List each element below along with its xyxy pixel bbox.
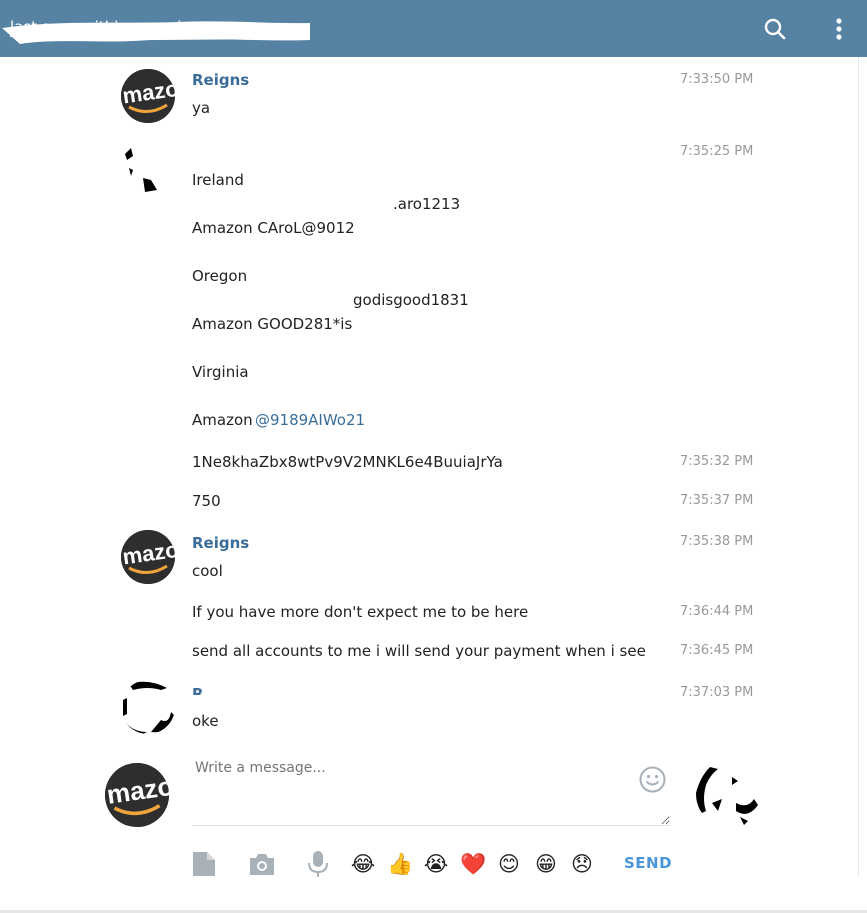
redacted-line: [192, 294, 352, 302]
peer-avatar-composer[interactable]: [692, 763, 762, 829]
message-list[interactable]: mazo Reigns ya 7:33:50 PM 7:35:25 PM Ire…: [0, 57, 858, 757]
emoji-heart[interactable]: ❤️: [460, 851, 486, 877]
emoji-sob[interactable]: 😭: [423, 851, 449, 877]
microphone-icon[interactable]: [304, 850, 332, 878]
amazon-logo-icon: mazo: [121, 530, 175, 584]
message-line: Virginia: [192, 363, 249, 381]
redacted-line: [192, 198, 382, 206]
avatar-reigns[interactable]: mazo: [121, 530, 175, 584]
emoji-joy[interactable]: 😂: [350, 851, 376, 877]
message-text: send all accounts to me i will send your…: [192, 642, 646, 660]
mention-link[interactable]: @9189AIWo21: [255, 411, 365, 429]
message-input[interactable]: [192, 760, 670, 826]
avatar-peer[interactable]: [121, 140, 175, 194]
message-time: 7:37:03 PM: [680, 685, 754, 700]
message-time: 7:35:37 PM: [680, 493, 754, 508]
message-time: 7:35:25 PM: [680, 144, 754, 159]
emoji-blush[interactable]: 😊: [496, 851, 522, 877]
panel-divider: [858, 57, 859, 877]
message-time: 7:33:50 PM: [680, 72, 754, 87]
camera-icon[interactable]: [248, 850, 276, 878]
amazon-logo-icon: mazo: [105, 763, 169, 827]
message-line: Amazon: [192, 411, 253, 429]
redaction-scribble: [2, 21, 310, 44]
message-text: cool: [192, 562, 223, 580]
emoji-picker-icon[interactable]: [638, 765, 667, 794]
redacted-line: [192, 390, 402, 398]
message-time: 7:35:38 PM: [680, 534, 754, 549]
message-text: 750: [192, 492, 221, 510]
message-line: Amazon GOOD281*is: [192, 315, 353, 333]
message-author[interactable]: Reigns: [192, 71, 249, 89]
message-line: Ireland: [192, 171, 244, 189]
message-author[interactable]: Reigns: [192, 534, 249, 552]
message-time: 7:36:45 PM: [680, 643, 754, 658]
more-vertical-icon[interactable]: [824, 14, 854, 44]
avatar-peer[interactable]: [121, 680, 175, 734]
message-line: Oregon: [192, 267, 248, 285]
message-line: .aro1213: [393, 195, 461, 213]
message-line: Amazon CAroL@9012: [192, 219, 355, 237]
amazon-logo-icon: mazo: [121, 69, 175, 123]
avatar-reigns[interactable]: mazo: [121, 69, 175, 123]
message-text: 1Ne8khaZbx8wtPv9V2MNKL6e4BuuiaJrYa: [192, 453, 503, 471]
my-avatar[interactable]: mazo: [105, 763, 169, 827]
emoji-disappointed[interactable]: 😞: [569, 851, 595, 877]
message-line: godisgood1831: [353, 291, 469, 309]
message-time: 7:35:32 PM: [680, 454, 754, 469]
search-icon[interactable]: [760, 14, 790, 44]
emoji-thumbs-up[interactable]: 👍: [387, 851, 413, 877]
message-text: ya: [192, 99, 211, 117]
emoji-grin[interactable]: 😁: [533, 851, 559, 877]
attach-file-icon[interactable]: [190, 850, 218, 878]
message-text: If you have more don't expect me to be h…: [192, 603, 529, 621]
message-time: 7:36:44 PM: [680, 604, 754, 619]
chat-header: last seen within a week: [0, 0, 867, 57]
message-text: oke: [192, 712, 219, 730]
message-author[interactable]: R...: [192, 685, 221, 695]
send-button[interactable]: SEND: [624, 854, 672, 872]
